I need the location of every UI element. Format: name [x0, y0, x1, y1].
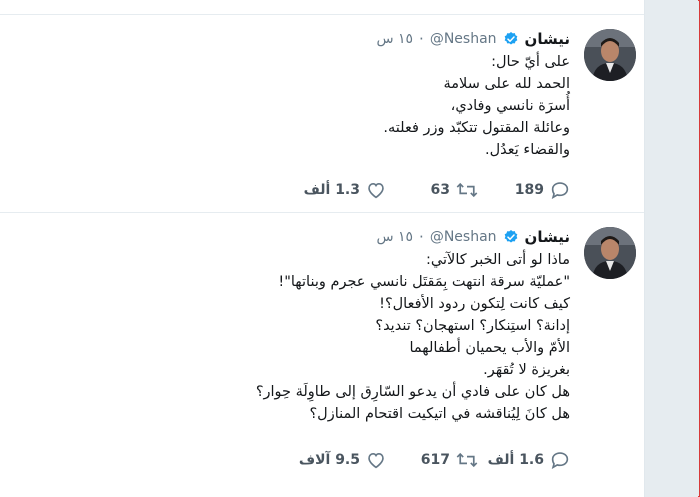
- avatar[interactable]: [584, 227, 636, 279]
- verified-badge-icon: [504, 32, 517, 45]
- tweet-line: كيف كانت لِتكون ردود الأفعال؟!: [379, 296, 570, 312]
- author-handle[interactable]: @Neshan: [430, 31, 497, 47]
- like-count: 9.5 آلاف: [298, 452, 360, 468]
- tweet-line: إدانة؟ استِنكار؟ استهجان؟ تنديد؟: [375, 318, 570, 334]
- tweet-actions: 189 63 1.3 ألف: [0, 179, 570, 201]
- author-name[interactable]: نيشان: [525, 228, 570, 246]
- page-background-gutter: [645, 0, 698, 497]
- tweet-line: بغريزة لا تُقهَر.: [483, 362, 570, 378]
- retweet-icon: [456, 182, 478, 198]
- reply-button[interactable]: 189: [478, 181, 570, 199]
- tweet-timestamp[interactable]: ١٥ س: [376, 31, 413, 47]
- heart-icon: [368, 453, 384, 469]
- tweet-line: الأمّ والأب يحميان أطفالهما: [409, 340, 571, 356]
- separator-dot: ·: [419, 228, 424, 246]
- reply-icon: [551, 182, 569, 199]
- like-button[interactable]: 1.3 ألف: [294, 181, 386, 199]
- tweet-line: وعائلة المقتول تتكبّد وزر فعلته.: [383, 120, 570, 136]
- tweet-line: "عمليّة سرقة انتهت بِمَقتَل نانسي عجرم و…: [278, 274, 570, 290]
- reply-count: 1.6 ألف: [487, 452, 544, 468]
- verified-badge-icon: [504, 230, 517, 243]
- tweet-timestamp[interactable]: ١٥ س: [376, 229, 413, 245]
- reply-count: 189: [514, 182, 544, 198]
- retweet-button[interactable]: 63: [386, 181, 478, 199]
- separator-dot: ·: [419, 30, 424, 48]
- retweet-count: 617: [420, 452, 450, 468]
- author-handle[interactable]: @Neshan: [430, 229, 497, 245]
- tweet-line: والقضاء يَعدُل.: [485, 142, 570, 158]
- author-name[interactable]: نيشان: [525, 30, 570, 48]
- avatar-image: [584, 227, 636, 279]
- retweet-icon: [456, 452, 478, 468]
- previous-tweet-edge: [0, 0, 644, 15]
- tweet[interactable]: نيشان @Neshan · ١٥ س ماذا لو أتى الخبر ك…: [0, 213, 644, 497]
- tweet-line: ماذا لو أتى الخبر كالآتي:: [426, 252, 570, 268]
- tweet-text: ماذا لو أتى الخبر كالآتي: "عمليّة سرقة ا…: [6, 249, 570, 425]
- tweet-line: هل كانَ لِيُناقشه في اتيكيت اقتحام المنا…: [309, 406, 570, 422]
- like-count: 1.3 ألف: [303, 182, 360, 198]
- tweet-text: على أيّ حال: الحمد لله على سلامة أُسرَة …: [6, 51, 570, 161]
- heart-icon: [368, 183, 384, 199]
- tweet-actions: 1.6 ألف 617 9.5 آلاف: [0, 449, 570, 471]
- tweet-line: على أيّ حال:: [491, 54, 570, 70]
- reply-icon: [551, 452, 569, 469]
- tweet-line: الحمد لله على سلامة: [443, 76, 571, 92]
- retweet-count: 63: [430, 182, 450, 198]
- tweet-line: هل كان على فادي أن يدعو السّارِق إلى طاو…: [255, 384, 570, 400]
- timeline: نيشان @Neshan · ١٥ س على أيّ حال: الحمد …: [0, 0, 645, 497]
- avatar[interactable]: [584, 29, 636, 81]
- like-button[interactable]: 9.5 آلاف: [294, 451, 386, 469]
- tweet[interactable]: نيشان @Neshan · ١٥ س على أيّ حال: الحمد …: [0, 15, 644, 213]
- tweet-line: أُسرَة نانسي وفادي،: [450, 98, 570, 114]
- retweet-button[interactable]: 617: [386, 451, 478, 469]
- reply-button[interactable]: 1.6 ألف: [478, 451, 570, 469]
- avatar-image: [584, 29, 636, 81]
